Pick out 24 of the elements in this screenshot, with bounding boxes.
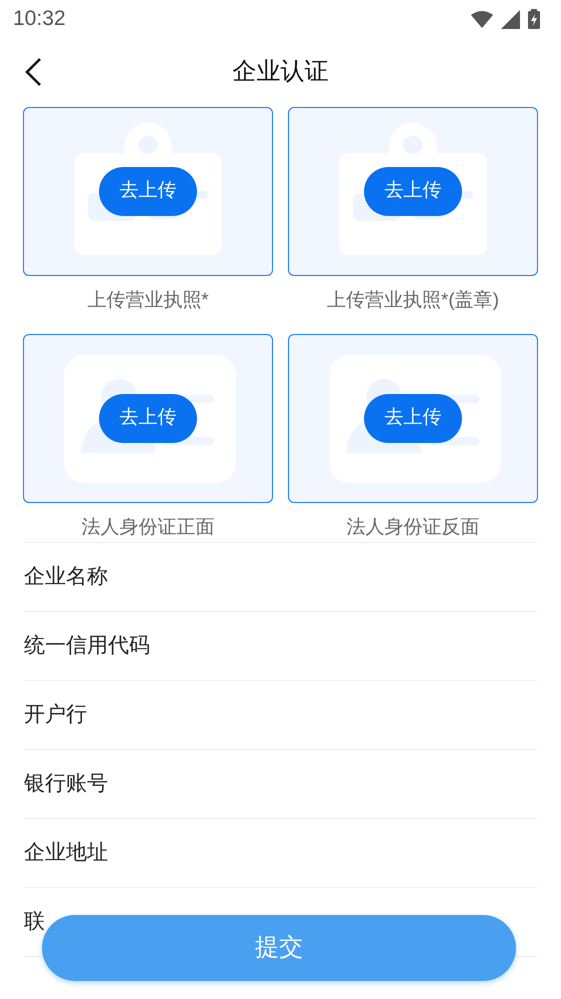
upload-button[interactable]: 去上传 bbox=[364, 394, 462, 443]
field-label: 企业地址 bbox=[24, 840, 108, 866]
page-title: 企业认证 bbox=[232, 56, 328, 86]
battery-charging-icon bbox=[528, 9, 540, 29]
upload-caption: 法人身份证正面 bbox=[82, 516, 214, 540]
upload-button[interactable]: 去上传 bbox=[99, 167, 197, 216]
field-label: 统一信用代码 bbox=[24, 633, 150, 660]
field-label: 银行账号 bbox=[24, 771, 108, 798]
upload-button[interactable]: 去上传 bbox=[99, 394, 197, 443]
upload-card[interactable]: 去上传 bbox=[23, 334, 273, 503]
field-label: 开户行 bbox=[24, 702, 87, 728]
upload-caption: 上传营业执照*(盖章) bbox=[326, 288, 500, 313]
upload-card[interactable]: 去上传 bbox=[288, 107, 538, 276]
status-time: 10:32 bbox=[13, 6, 66, 32]
signal-icon bbox=[501, 10, 520, 28]
upload-caption: 法人身份证反面 bbox=[346, 516, 480, 540]
field-label: 企业名称 bbox=[24, 564, 108, 590]
upload-card[interactable]: 去上传 bbox=[23, 107, 273, 276]
wifi-icon bbox=[471, 10, 493, 28]
field-label: 联 bbox=[24, 909, 45, 936]
upload-button[interactable]: 去上传 bbox=[364, 167, 462, 216]
upload-caption: 上传营业执照* bbox=[87, 289, 209, 313]
back-icon[interactable] bbox=[25, 58, 41, 86]
upload-card[interactable]: 去上传 bbox=[288, 334, 538, 503]
